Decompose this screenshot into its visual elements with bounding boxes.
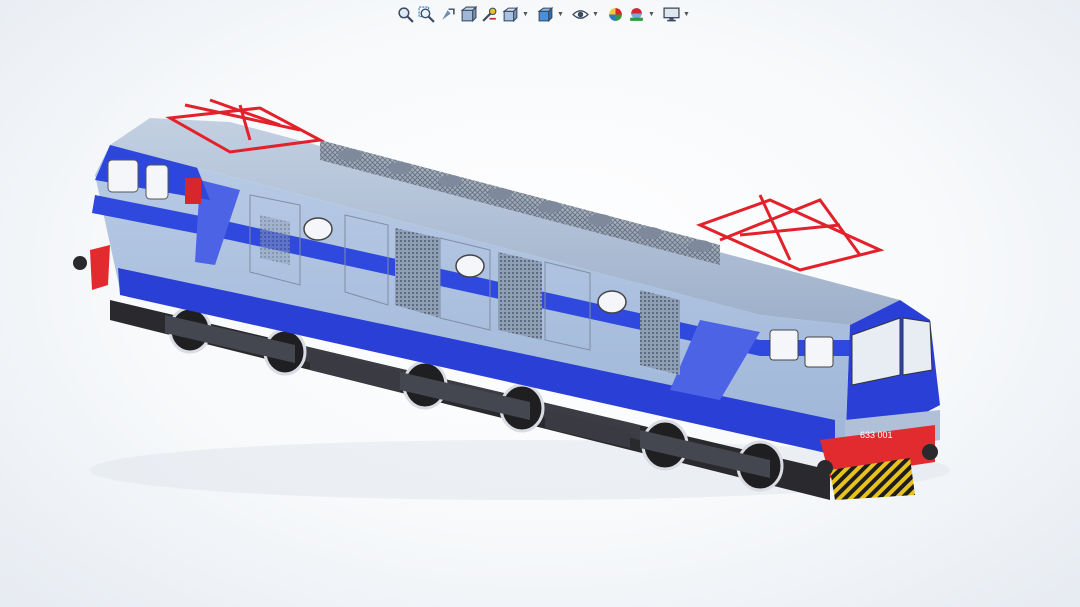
unit-number: 633 001 — [860, 430, 893, 440]
section-view-icon — [460, 5, 477, 22]
display-style-button[interactable] — [536, 5, 555, 24]
rear-end — [73, 245, 110, 290]
hide-show-items-icon — [572, 9, 589, 19]
zoom-to-fit-button[interactable] — [396, 5, 415, 24]
graphics-viewport[interactable]: 633 001 ▼ ▼ ▼ ▼ ▼ — [0, 0, 1080, 607]
previous-view-icon — [442, 7, 455, 20]
zoom-to-area-icon — [418, 6, 435, 23]
zoom-to-area-button[interactable] — [417, 5, 436, 24]
display-style-dropdown[interactable]: ▼ — [557, 5, 564, 24]
view-settings-icon — [663, 6, 680, 21]
view-orientation-dropdown[interactable]: ▼ — [522, 5, 529, 24]
view-settings-button[interactable] — [662, 5, 681, 24]
display-style-icon — [537, 6, 554, 22]
view-orientation-button[interactable] — [501, 5, 520, 24]
locomotive-model[interactable]: 633 001 — [0, 0, 1080, 607]
edit-appearance-icon — [609, 7, 622, 21]
hide-show-items-button[interactable] — [571, 5, 590, 24]
dynamic-annotation-icon — [482, 7, 497, 22]
section-view-button[interactable] — [459, 5, 478, 24]
dynamic-annotation-button[interactable] — [480, 5, 499, 24]
apply-scene-icon — [630, 7, 643, 21]
previous-view-button[interactable] — [438, 5, 457, 24]
apply-scene-button[interactable] — [627, 5, 646, 24]
heads-up-view-toolbar: ▼ ▼ ▼ ▼ ▼ — [396, 3, 690, 25]
hide-show-items-dropdown[interactable]: ▼ — [592, 5, 599, 24]
view-settings-dropdown[interactable]: ▼ — [683, 5, 690, 24]
view-orientation-icon — [502, 6, 519, 22]
edit-appearance-button[interactable] — [606, 5, 625, 24]
zoom-to-fit-icon — [398, 6, 414, 23]
apply-scene-dropdown[interactable]: ▼ — [648, 5, 655, 24]
